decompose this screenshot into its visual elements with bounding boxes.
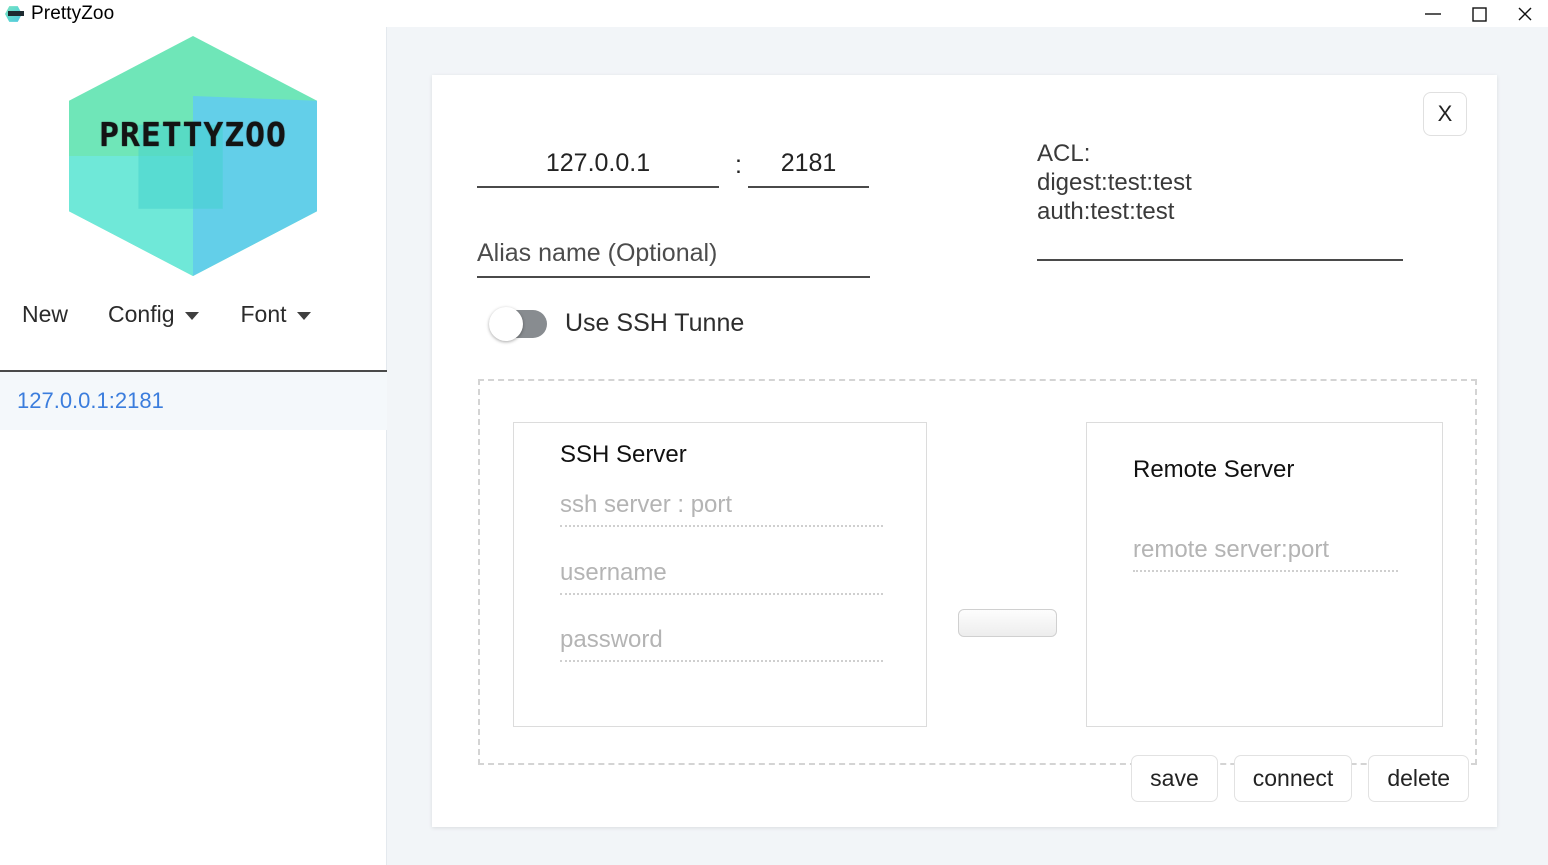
chevron-down-icon (185, 312, 199, 320)
delete-button[interactable]: delete (1368, 755, 1469, 802)
menu-item-font-label: Font (241, 301, 287, 328)
title-bar: PrettyZoo (0, 0, 1548, 27)
remote-server-panel: Remote Server (1086, 422, 1443, 727)
menu-item-new-label: New (22, 301, 68, 328)
main-content: X : Use SSH Tunne SSH Server (387, 27, 1548, 865)
ssh-tunnel-label: Use SSH Tunne (565, 309, 744, 338)
application-window: PrettyZoo PRETTYZOO (0, 0, 1548, 865)
connection-list: 127.0.0.1:2181 (0, 372, 387, 430)
ssh-tunnel-toggle[interactable] (492, 310, 547, 338)
minimize-icon[interactable] (1410, 0, 1456, 27)
host-input[interactable] (477, 149, 719, 188)
ssh-tunnel-row: Use SSH Tunne (492, 309, 744, 338)
ssh-password-input[interactable] (560, 626, 883, 662)
connection-form-card: X : Use SSH Tunne SSH Server (432, 75, 1497, 827)
remote-server-input[interactable] (1133, 536, 1398, 572)
ssh-server-input[interactable] (560, 491, 883, 527)
prettyzoo-hex-icon (4, 4, 26, 24)
maximize-icon[interactable] (1456, 0, 1502, 27)
connection-label: 127.0.0.1:2181 (17, 388, 164, 414)
chevron-down-icon (297, 312, 311, 320)
form-actions: save connect delete (1131, 755, 1469, 802)
logo-text: PRETTYZOO (69, 118, 317, 151)
port-input[interactable] (748, 149, 869, 188)
menu-item-config[interactable]: Config (98, 297, 208, 332)
sidebar-menu-bar: New Config Font (0, 285, 386, 343)
host-port-separator: : (735, 151, 742, 180)
menu-item-new[interactable]: New (12, 297, 78, 332)
list-item[interactable]: 127.0.0.1:2181 (0, 372, 387, 430)
remote-server-title: Remote Server (1133, 456, 1294, 484)
ssh-server-title: SSH Server (560, 441, 687, 469)
close-icon[interactable] (1502, 0, 1548, 27)
sidebar: PRETTYZOO New Config Font 127.0.0.1:2181 (0, 27, 387, 865)
close-form-button[interactable]: X (1423, 92, 1467, 136)
acl-input[interactable] (1037, 139, 1403, 261)
menu-item-config-label: Config (108, 301, 174, 328)
tunnel-connector-button[interactable] (958, 609, 1057, 637)
ssh-tunnel-panel: SSH Server Remote Server (478, 379, 1477, 765)
ssh-server-panel: SSH Server (513, 422, 927, 727)
window-controls (1410, 0, 1548, 27)
ssh-username-input[interactable] (560, 559, 883, 595)
toggle-knob (489, 307, 523, 341)
connect-button[interactable]: connect (1234, 755, 1353, 802)
menu-item-font[interactable]: Font (231, 297, 321, 332)
app-logo: PRETTYZOO (0, 27, 386, 285)
alias-input[interactable] (477, 239, 870, 278)
window-title: PrettyZoo (31, 3, 114, 25)
save-button[interactable]: save (1131, 755, 1218, 802)
